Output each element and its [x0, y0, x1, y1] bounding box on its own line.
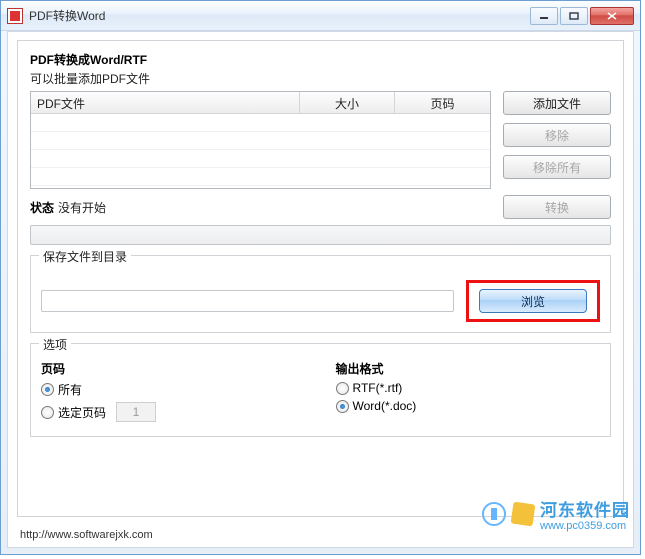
options-legend: 选项: [39, 336, 71, 353]
status-row: 状态 没有开始 转换: [30, 195, 611, 219]
minimize-button[interactable]: [530, 7, 558, 25]
convert-button[interactable]: 转换: [503, 195, 611, 219]
main-group: PDF转换成Word/RTF 可以批量添加PDF文件 PDF文件 大小 页码: [17, 40, 624, 517]
close-button[interactable]: [590, 7, 634, 25]
remove-button[interactable]: 移除: [503, 123, 611, 147]
format-heading: 输出格式: [336, 360, 601, 377]
col-size[interactable]: 大小: [300, 92, 395, 114]
radio-word[interactable]: Word(*.doc): [336, 399, 601, 413]
table-body: [31, 114, 490, 186]
table-row: [31, 132, 490, 150]
window-controls: [530, 7, 634, 25]
browse-button[interactable]: 浏览: [479, 289, 587, 313]
save-group: 保存文件到目录 浏览: [30, 255, 611, 333]
window-title: PDF转换Word: [29, 7, 105, 24]
top-row: PDF文件 大小 页码 添加文件 移除 移除所有: [30, 91, 611, 189]
col-file[interactable]: PDF文件: [31, 92, 300, 114]
radio-icon: [336, 400, 349, 413]
radio-all-pages[interactable]: 所有: [41, 381, 306, 398]
page-options: 页码 所有 选定页码 1: [41, 360, 306, 426]
col-pages[interactable]: 页码: [395, 92, 490, 114]
table-row: [31, 114, 490, 132]
table-row: [31, 168, 490, 186]
table-row: [31, 150, 490, 168]
page-heading: 页码: [41, 360, 306, 377]
radio-selected-pages[interactable]: 选定页码 1: [41, 402, 306, 422]
file-table[interactable]: PDF文件 大小 页码: [30, 91, 491, 189]
app-icon: [7, 8, 23, 24]
section-title: PDF转换成Word/RTF: [30, 51, 611, 68]
side-buttons: 添加文件 移除 移除所有: [503, 91, 611, 189]
section-subtitle: 可以批量添加PDF文件: [30, 70, 611, 87]
titlebar: PDF转换Word: [1, 1, 640, 31]
radio-label: RTF(*.rtf): [353, 381, 403, 395]
save-row: 浏览: [41, 280, 600, 322]
radio-label: 所有: [58, 381, 82, 398]
save-legend: 保存文件到目录: [39, 248, 131, 265]
radio-icon: [336, 382, 349, 395]
radio-label: Word(*.doc): [353, 399, 417, 413]
save-path-input[interactable]: [41, 290, 454, 312]
remove-all-button[interactable]: 移除所有: [503, 155, 611, 179]
browse-highlight: 浏览: [466, 280, 600, 322]
table-header: PDF文件 大小 页码: [31, 92, 490, 114]
format-options: 输出格式 RTF(*.rtf) Word(*.doc): [336, 360, 601, 426]
status-label: 状态: [30, 199, 54, 216]
options-group: 选项 页码 所有 选定页码 1: [30, 343, 611, 437]
radio-label: 选定页码: [58, 404, 106, 421]
maximize-button[interactable]: [560, 7, 588, 25]
status-value: 没有开始: [58, 199, 499, 216]
app-window: PDF转换Word PDF转换成Word/RTF 可以批量添加PDF文件 PDF…: [0, 0, 641, 555]
footer-link[interactable]: http://www.softwarejxk.com: [20, 529, 153, 541]
add-file-button[interactable]: 添加文件: [503, 91, 611, 115]
client-area: PDF转换成Word/RTF 可以批量添加PDF文件 PDF文件 大小 页码: [7, 31, 634, 548]
radio-icon: [41, 383, 54, 396]
page-number-input: 1: [116, 402, 156, 422]
radio-rtf[interactable]: RTF(*.rtf): [336, 381, 601, 395]
progress-bar: [30, 225, 611, 245]
radio-icon: [41, 406, 54, 419]
